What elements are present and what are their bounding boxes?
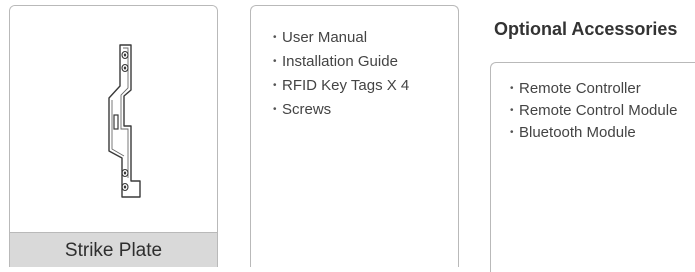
accessories-card: Remote Controller Remote Control Module … (490, 62, 695, 272)
list-item: Bluetooth Module (510, 124, 680, 142)
list-item: RFID Key Tags X 4 (273, 77, 409, 95)
list-item: Screws (273, 101, 409, 119)
list-item: User Manual (273, 29, 409, 47)
strike-plate-illustration (108, 44, 141, 198)
accessories-title: Optional Accessories (494, 19, 678, 39)
package-contents-list: User Manual Installation Guide RFID Key … (273, 29, 409, 125)
strike-plate-image (10, 6, 217, 232)
product-card: Strike Plate (9, 5, 218, 267)
list-item: Installation Guide (273, 53, 409, 71)
package-contents-card: User Manual Installation Guide RFID Key … (250, 5, 459, 267)
list-item: Remote Controller (510, 80, 680, 98)
accessories-list: Remote Controller Remote Control Module … (510, 80, 680, 146)
list-item: Remote Control Module (510, 102, 680, 120)
